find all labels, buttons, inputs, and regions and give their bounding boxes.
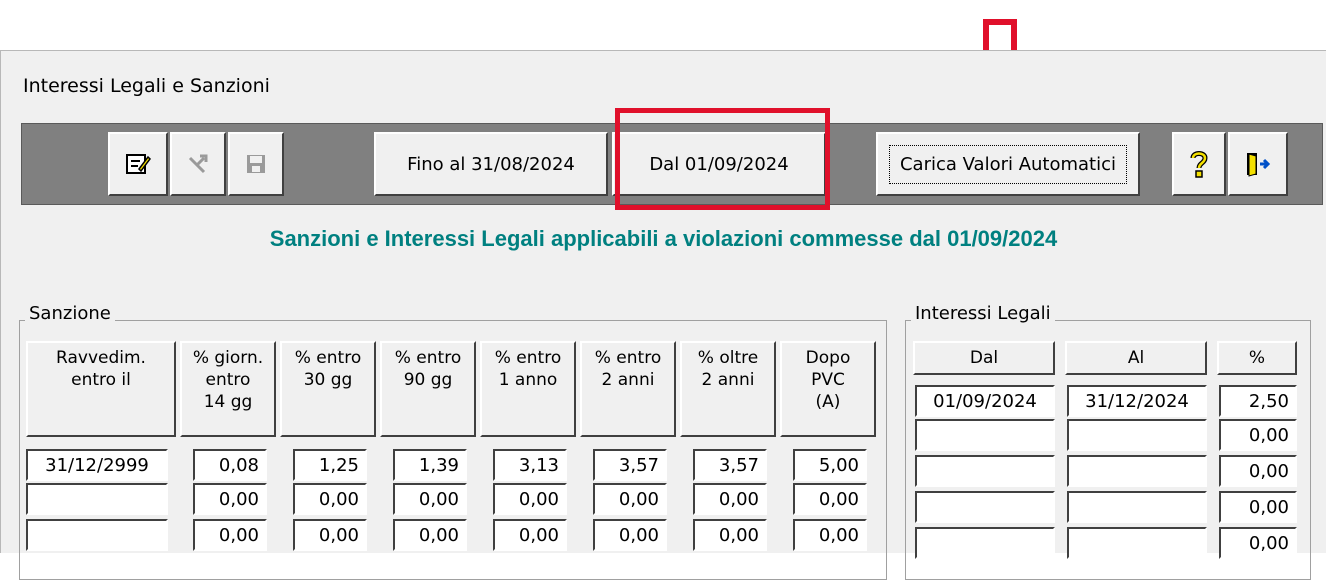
sanzione-column-header-line: % giorn. bbox=[192, 348, 264, 368]
interessi-al-field[interactable] bbox=[1067, 491, 1207, 523]
sanzione-percent-field[interactable]: 0,00 bbox=[193, 483, 267, 515]
carica-valori-label: Carica Valori Automatici bbox=[888, 144, 1128, 184]
interessi-dal-field[interactable] bbox=[915, 527, 1055, 559]
sanzione-column-header-line: 30 gg bbox=[303, 370, 353, 390]
sanzione-percent-field[interactable]: 5,00 bbox=[793, 449, 867, 481]
sanzione-percent-field[interactable]: 0,08 bbox=[193, 449, 267, 481]
sanzione-column-header-line: % entro bbox=[394, 348, 462, 368]
sanzione-column-header-line: 14 gg bbox=[203, 392, 253, 412]
sanzione-column-header[interactable]: Dopo PVC (A) bbox=[780, 341, 876, 437]
sanzione-column-header[interactable]: % giorn. entro 14 gg bbox=[180, 341, 276, 437]
interessi-percent-field[interactable]: 0,00 bbox=[1219, 419, 1297, 451]
sanzione-column-header-line: 2 anni bbox=[601, 370, 655, 390]
interessi-percent-field[interactable]: 0,00 bbox=[1219, 455, 1297, 487]
sanzione-percent-field[interactable]: 1,25 bbox=[293, 449, 367, 481]
sanzione-column-header[interactable]: % entro 90 gg bbox=[380, 341, 476, 437]
interessi-column-header[interactable]: % bbox=[1217, 341, 1297, 375]
interessi-column-header[interactable]: Dal bbox=[913, 341, 1055, 375]
question-icon bbox=[1190, 151, 1208, 178]
sanzione-column-header-line: % entro bbox=[294, 348, 362, 368]
window-title: Interessi Legali e Sanzioni bbox=[23, 75, 270, 97]
edit-icon bbox=[126, 154, 151, 174]
interessi-column-header[interactable]: Al bbox=[1065, 341, 1207, 375]
sanzione-percent-field[interactable]: 3,57 bbox=[593, 449, 667, 481]
ravvedimento-date-field[interactable] bbox=[26, 483, 168, 515]
sanzione-column-header[interactable]: % entro 1 anno bbox=[480, 341, 576, 437]
interessi-percent-field[interactable]: 0,00 bbox=[1219, 527, 1297, 559]
sanzione-column-header-line: Ravvedim. bbox=[56, 348, 146, 368]
sanzione-column-header-line: 90 gg bbox=[403, 370, 453, 390]
sanzione-percent-field[interactable]: 3,57 bbox=[693, 449, 767, 481]
help-button[interactable] bbox=[1172, 132, 1226, 196]
sanzione-percent-field[interactable]: 0,00 bbox=[193, 519, 267, 551]
carica-valori-button[interactable]: Carica Valori Automatici bbox=[876, 132, 1140, 196]
sanzione-percent-field[interactable]: 0,00 bbox=[793, 519, 867, 551]
header-text: Sanzioni e Interessi Legali applicabili … bbox=[269, 226, 1058, 251]
fino-al-label: Fino al 31/08/2024 bbox=[407, 153, 575, 175]
interessi-percent-field[interactable]: 2,50 bbox=[1219, 385, 1297, 417]
sanzione-column-header[interactable]: % oltre 2 anni bbox=[680, 341, 776, 437]
interessi-label: Interessi Legali bbox=[911, 303, 1055, 324]
interessi-dal-field[interactable]: 01/09/2024 bbox=[915, 385, 1055, 417]
sanzione-column-header-line: % entro bbox=[594, 348, 662, 368]
sanzione-column-header-line: 1 anno bbox=[498, 370, 558, 390]
edit-button[interactable] bbox=[108, 132, 168, 196]
ravvedimento-date-field[interactable] bbox=[26, 519, 168, 551]
annotation-highlight-box bbox=[615, 108, 830, 210]
sanzione-percent-field[interactable]: 0,00 bbox=[793, 483, 867, 515]
interessi-al-field[interactable] bbox=[1067, 419, 1207, 451]
cancel-button[interactable] bbox=[170, 132, 226, 196]
sanzione-percent-field[interactable]: 0,00 bbox=[393, 519, 467, 551]
sanzione-percent-field[interactable]: 1,39 bbox=[393, 449, 467, 481]
sanzione-percent-field[interactable]: 0,00 bbox=[493, 483, 567, 515]
sanzione-percent-field[interactable]: 0,00 bbox=[493, 519, 567, 551]
sanzione-column-header-line: % entro bbox=[494, 348, 562, 368]
save-icon bbox=[247, 155, 265, 173]
sanzione-column-header-line: entro bbox=[205, 370, 251, 390]
save-button[interactable] bbox=[228, 132, 284, 196]
sanzione-column-header-line: (A) bbox=[815, 392, 841, 412]
sanzione-label: Sanzione bbox=[25, 303, 115, 324]
exit-button[interactable] bbox=[1228, 132, 1288, 196]
interessi-dal-field[interactable] bbox=[915, 455, 1055, 487]
interessi-percent-field[interactable]: 0,00 bbox=[1219, 491, 1297, 523]
interessi-al-field[interactable] bbox=[1067, 527, 1207, 559]
sanzione-column-header-line: % oltre bbox=[697, 348, 759, 368]
sanzione-percent-field[interactable]: 0,00 bbox=[393, 483, 467, 515]
interessi-dal-field[interactable] bbox=[915, 419, 1055, 451]
sanzione-column-header-line: 2 anni bbox=[701, 370, 755, 390]
sanzione-column-header[interactable]: % entro 2 anni bbox=[580, 341, 676, 437]
sanzione-percent-field[interactable]: 0,00 bbox=[593, 519, 667, 551]
interessi-al-field[interactable] bbox=[1067, 455, 1207, 487]
cancel-icon bbox=[188, 154, 208, 174]
sanzione-column-header-line: entro il bbox=[71, 370, 131, 390]
sanzione-percent-field[interactable]: 0,00 bbox=[293, 519, 367, 551]
sanzione-column-header[interactable]: % entro 30 gg bbox=[280, 341, 376, 437]
sanzione-percent-field[interactable]: 0,00 bbox=[693, 519, 767, 551]
exit-door-icon bbox=[1247, 153, 1271, 177]
sanzione-percent-field[interactable]: 3,13 bbox=[493, 449, 567, 481]
ravvedimento-date-field[interactable]: 31/12/2999 bbox=[26, 449, 168, 481]
sanzione-column-header-line: PVC bbox=[811, 370, 845, 390]
fino-al-button[interactable]: Fino al 31/08/2024 bbox=[374, 132, 608, 196]
sanzione-column-header[interactable]: Ravvedim. entro il bbox=[26, 341, 176, 437]
sanzione-percent-field[interactable]: 0,00 bbox=[693, 483, 767, 515]
sanzione-column-header-line: Dopo bbox=[805, 348, 851, 368]
interessi-dal-field[interactable] bbox=[915, 491, 1055, 523]
sanzione-percent-field[interactable]: 0,00 bbox=[293, 483, 367, 515]
sanzione-percent-field[interactable]: 0,00 bbox=[593, 483, 667, 515]
interessi-al-field[interactable]: 31/12/2024 bbox=[1067, 385, 1207, 417]
